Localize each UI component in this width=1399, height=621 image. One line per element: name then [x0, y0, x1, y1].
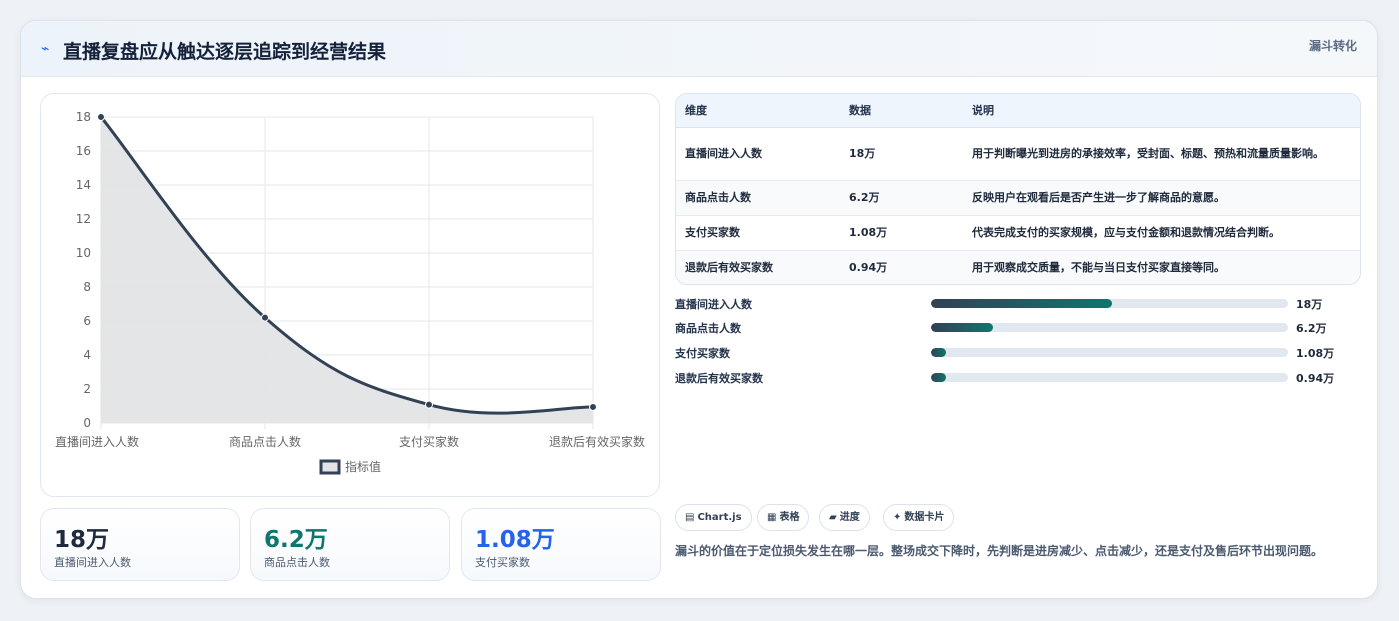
- table-cell: 反映用户在观看后是否产生进一步了解商品的意愿。: [963, 180, 1360, 216]
- table-row: 退款后有效买家数 0.94万 用于观察成交质量，不能与当日支付买家直接等同。: [676, 250, 1360, 284]
- summary-note: 漏斗的价值在于定位损失发生在哪一层。整场成交下降时，先判断是进房减少、点击减少，…: [675, 544, 1324, 558]
- stat-card-pay: 1.08万 支付买家数: [461, 508, 661, 581]
- table-cell: 用于判断曝光到进房的承接效率，受封面、标题、预热和流量质量影响。: [963, 127, 1360, 181]
- progress-label: 直播间进入人数: [675, 298, 752, 311]
- table-cell: 支付买家数: [676, 215, 840, 251]
- progress-track: [931, 373, 1288, 382]
- chip-chartjs[interactable]: ▤ Chart.js: [675, 504, 752, 531]
- funnel-line-chart: 0 2 4 6 8 10 12 14 16 18 直播间进入人数 商品点击人数 支付买家数 退款后有效买家…: [40, 93, 660, 497]
- y-tick-label: 4: [83, 348, 91, 362]
- data-point: [589, 403, 597, 412]
- x-tick-label: 商品点击人数: [229, 434, 301, 449]
- chip-label: 进度: [839, 512, 860, 523]
- card-header: ⌁ 直播复盘应从触达逐层追踪到经营结果 漏斗转化: [21, 21, 1377, 77]
- progress-value: 6.2万: [1296, 322, 1327, 335]
- y-tick-label: 10: [76, 246, 91, 260]
- chart-icon: ▤: [685, 512, 695, 523]
- y-tick-label: 12: [76, 212, 91, 226]
- metrics-table: 维度 数据 说明 直播间进入人数 18万 用于判断曝光到进房的承接效率，受封面、…: [675, 93, 1361, 285]
- progress-value: 18万: [1296, 298, 1323, 311]
- y-tick-label: 6: [83, 314, 91, 328]
- progress-icon: ▰: [829, 512, 837, 523]
- x-tick-label: 支付买家数: [399, 434, 459, 449]
- y-tick-label: 8: [83, 280, 91, 294]
- chip-data-cards[interactable]: ✦ 数据卡片: [883, 504, 955, 531]
- data-point: [261, 313, 269, 322]
- column-header: 说明: [963, 94, 1360, 128]
- table-cell: 直播间进入人数: [676, 127, 840, 181]
- progress-fill: [931, 373, 946, 382]
- data-point: [97, 113, 105, 121]
- progress-label: 商品点击人数: [675, 322, 741, 335]
- column-header: 维度: [676, 94, 840, 128]
- progress-row: 支付买家数 1.08万: [675, 342, 1361, 362]
- page-title: 直播复盘应从触达逐层追踪到经营结果: [63, 41, 387, 63]
- progress-row: 退款后有效买家数 0.94万: [675, 367, 1361, 387]
- progress-track: [931, 323, 1288, 332]
- table-cell: 0.94万: [849, 261, 888, 275]
- progress-track: [931, 348, 1288, 357]
- table-row: 商品点击人数 6.2万 反映用户在观看后是否产生进一步了解商品的意愿。: [676, 180, 1360, 216]
- stat-label: 直播间进入人数: [54, 556, 131, 569]
- progress-row: 直播间进入人数 18万: [675, 293, 1361, 313]
- stat-value: 18万: [54, 527, 110, 553]
- progress-label: 支付买家数: [675, 347, 730, 360]
- legend-swatch: [319, 459, 341, 475]
- chip-label: 数据卡片: [904, 512, 945, 523]
- stat-card-entry: 18万 直播间进入人数: [40, 508, 240, 581]
- progress-fill: [931, 348, 946, 357]
- pulse-icon: ⌁: [41, 41, 50, 57]
- table-row: 支付买家数 1.08万 代表完成支付的买家规模，应与支付金额和退款情况结合判断。: [676, 215, 1360, 251]
- progress-value: 0.94万: [1296, 372, 1335, 385]
- stat-value: 1.08万: [475, 527, 555, 553]
- chip-label: 表格: [779, 512, 800, 523]
- chip-table[interactable]: ▦ 表格: [757, 504, 810, 531]
- dashboard-card: ⌁ 直播复盘应从触达逐层追踪到经营结果 漏斗转化 0 2 4 6 8 10 12 14 16 18…: [20, 20, 1378, 599]
- y-tick-label: 16: [76, 144, 91, 158]
- y-tick-label: 18: [76, 110, 91, 124]
- stat-value: 6.2万: [264, 527, 328, 553]
- progress-label: 退款后有效买家数: [675, 372, 763, 385]
- table-cell: 用于观察成交质量，不能与当日支付买家直接等同。: [972, 261, 1225, 275]
- y-tick-label: 2: [83, 382, 91, 396]
- table-cell: 代表完成支付的买家规模，应与支付金额和退款情况结合判断。: [963, 215, 1360, 251]
- table-header-row: 维度 数据 说明: [676, 94, 1360, 128]
- chip-label: Chart.js: [697, 512, 742, 523]
- table-row: 直播间进入人数 18万 用于判断曝光到进房的承接效率，受封面、标题、预热和流量质…: [676, 127, 1360, 181]
- stat-label: 商品点击人数: [264, 556, 330, 569]
- progress-row: 商品点击人数 6.2万: [675, 317, 1361, 337]
- y-tick-label: 0: [83, 416, 91, 430]
- chart-svg: 0 2 4 6 8 10 12 14 16 18 直播间进入人数 商品点击人数 支付买家数 退款后有效买家…: [55, 110, 645, 475]
- x-tick-label: 直播间进入人数: [55, 434, 139, 449]
- progress-fill: [931, 299, 1112, 308]
- table-cell: 6.2万: [840, 180, 963, 216]
- table-cell: 退款后有效买家数: [685, 261, 773, 275]
- stat-label: 支付买家数: [475, 556, 530, 569]
- data-point: [425, 400, 433, 409]
- table-cell: 1.08万: [840, 215, 963, 251]
- progress-fill: [931, 323, 994, 332]
- table-icon: ▦: [767, 512, 777, 523]
- progress-track: [931, 299, 1288, 308]
- header-badge: 漏斗转化: [1308, 39, 1357, 53]
- y-tick-label: 14: [76, 178, 91, 192]
- chip-progress[interactable]: ▰ 进度: [819, 504, 870, 531]
- stat-card-click: 6.2万 商品点击人数: [250, 508, 450, 581]
- x-tick-label: 退款后有效买家数: [549, 434, 645, 449]
- progress-value: 1.08万: [1296, 347, 1335, 360]
- sparkle-icon: ✦: [893, 512, 902, 523]
- table-cell: 商品点击人数: [676, 180, 840, 216]
- column-header: 数据: [840, 94, 963, 128]
- table-cell: 18万: [840, 127, 963, 181]
- legend-label: 指标值: [345, 459, 381, 474]
